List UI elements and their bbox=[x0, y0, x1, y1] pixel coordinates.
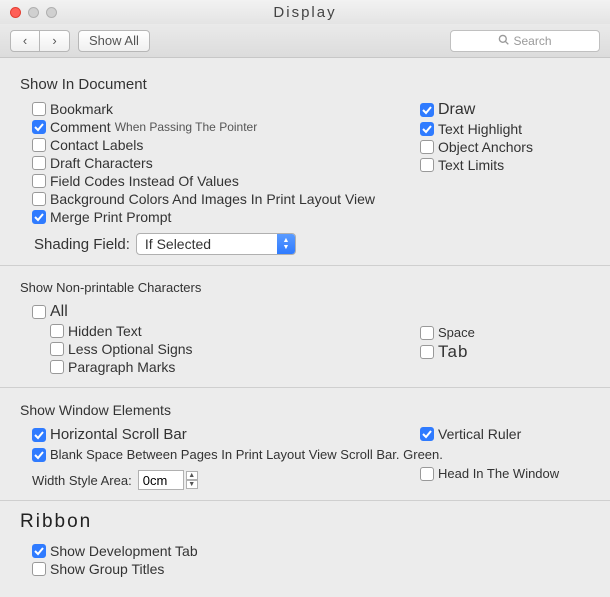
label-bookmark: Bookmark bbox=[50, 101, 113, 117]
label-merge-print: Merge Print Prompt bbox=[50, 209, 171, 225]
checkbox-tab[interactable] bbox=[420, 345, 434, 359]
checkbox-comment[interactable] bbox=[32, 120, 46, 134]
checkbox-draw[interactable] bbox=[420, 103, 434, 117]
label-contact-labels: Contact Labels bbox=[50, 137, 143, 153]
section-non-printable: Show Non-printable Characters bbox=[20, 280, 590, 295]
nav-segment: ‹ › bbox=[10, 30, 70, 52]
checkbox-bg-colors[interactable] bbox=[32, 192, 46, 206]
label-shading-field: Shading Field: bbox=[34, 236, 130, 253]
toolbar: ‹ › Show All Search bbox=[0, 24, 610, 58]
checkbox-head-in-window[interactable] bbox=[420, 467, 434, 481]
checkbox-draft-chars[interactable] bbox=[32, 156, 46, 170]
checkbox-hscroll[interactable] bbox=[32, 428, 46, 442]
label-head-in-window: Head In The Window bbox=[438, 466, 559, 481]
label-vruler: Vertical Ruler bbox=[438, 426, 521, 442]
checkbox-contact-labels[interactable] bbox=[32, 138, 46, 152]
checkbox-merge-print[interactable] bbox=[32, 210, 46, 224]
select-shading-value: If Selected bbox=[137, 236, 277, 252]
label-text-highlight: Text Highlight bbox=[438, 121, 522, 137]
back-button[interactable]: ‹ bbox=[10, 30, 40, 52]
label-bg-colors: Background Colors And Images In Print La… bbox=[50, 191, 375, 207]
checkbox-all[interactable] bbox=[32, 305, 46, 319]
checkbox-group-titles[interactable] bbox=[32, 562, 46, 576]
checkbox-less-optional[interactable] bbox=[50, 342, 64, 356]
label-dev-tab: Show Development Tab bbox=[50, 543, 198, 559]
search-icon bbox=[498, 34, 509, 48]
forward-button[interactable]: › bbox=[40, 30, 70, 52]
titlebar: Display bbox=[0, 0, 610, 24]
checkbox-hidden-text[interactable] bbox=[50, 324, 64, 338]
chevron-down-icon[interactable]: ▼ bbox=[186, 480, 198, 489]
label-space: Space bbox=[438, 325, 475, 340]
label-draft-chars: Draft Characters bbox=[50, 155, 153, 171]
checkbox-text-limits[interactable] bbox=[420, 158, 434, 172]
label-object-anchors: Object Anchors bbox=[438, 139, 533, 155]
chevron-updown-icon: ▲▼ bbox=[277, 234, 295, 254]
label-comment: Comment bbox=[50, 119, 111, 135]
label-tab: Tab bbox=[438, 342, 468, 362]
label-text-limits: Text Limits bbox=[438, 157, 504, 173]
checkbox-space[interactable] bbox=[420, 326, 434, 340]
label-width-style: Width Style Area: bbox=[32, 473, 132, 488]
checkbox-vruler[interactable] bbox=[420, 427, 434, 441]
label-field-codes: Field Codes Instead Of Values bbox=[50, 173, 239, 189]
label-group-titles: Show Group Titles bbox=[50, 561, 164, 577]
chevron-up-icon[interactable]: ▲ bbox=[186, 471, 198, 480]
label-comment-sub: When Passing The Pointer bbox=[115, 120, 258, 134]
section-window-elements: Show Window Elements bbox=[20, 402, 590, 418]
label-all: All bbox=[50, 303, 68, 321]
search-input[interactable]: Search bbox=[450, 30, 600, 52]
select-shading-field[interactable]: If Selected ▲▼ bbox=[136, 233, 296, 255]
label-hscroll: Horizontal Scroll Bar bbox=[50, 426, 187, 443]
checkbox-object-anchors[interactable] bbox=[420, 140, 434, 154]
checkbox-paragraph-marks[interactable] bbox=[50, 360, 64, 374]
stepper-width-style[interactable]: ▲ ▼ bbox=[138, 470, 198, 490]
label-draw: Draw bbox=[438, 101, 475, 119]
label-blank-space: Blank Space Between Pages In Print Layou… bbox=[50, 447, 443, 462]
checkbox-bookmark[interactable] bbox=[32, 102, 46, 116]
window-title: Display bbox=[0, 4, 610, 21]
checkbox-text-highlight[interactable] bbox=[420, 122, 434, 136]
label-hidden-text: Hidden Text bbox=[68, 323, 142, 339]
section-ribbon: Ribbon bbox=[20, 511, 590, 533]
label-less-optional: Less Optional Signs bbox=[68, 341, 193, 357]
search-placeholder: Search bbox=[513, 34, 551, 48]
checkbox-dev-tab[interactable] bbox=[32, 544, 46, 558]
section-show-in-document: Show In Document bbox=[20, 76, 590, 93]
checkbox-blank-space[interactable] bbox=[32, 448, 46, 462]
label-paragraph-marks: Paragraph Marks bbox=[68, 359, 175, 375]
show-all-button[interactable]: Show All bbox=[78, 30, 150, 52]
checkbox-field-codes[interactable] bbox=[32, 174, 46, 188]
input-width-style[interactable] bbox=[138, 470, 184, 490]
